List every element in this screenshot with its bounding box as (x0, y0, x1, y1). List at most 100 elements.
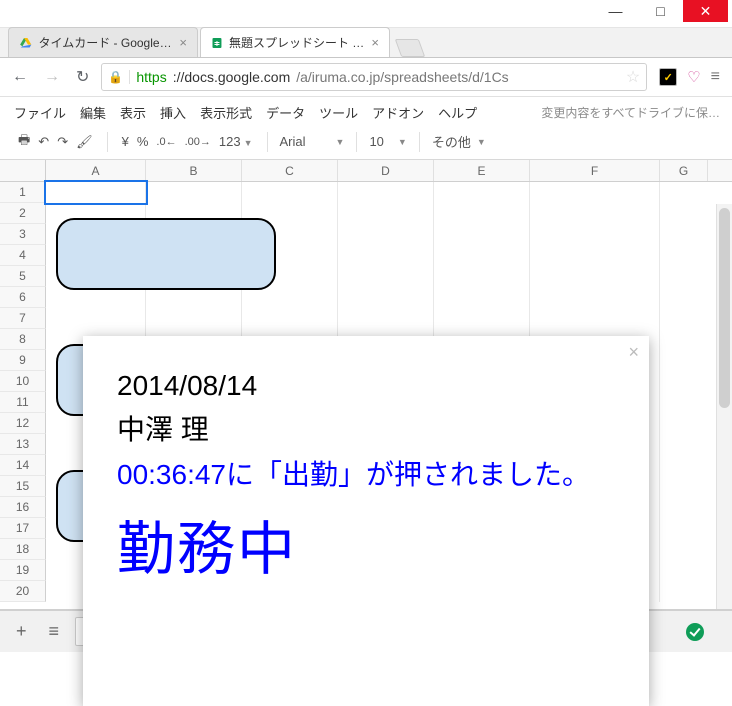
row-header[interactable]: 13 (0, 434, 46, 455)
cell[interactable] (660, 266, 708, 287)
cell[interactable] (338, 245, 434, 266)
print-button[interactable]: 🖶 (18, 131, 30, 153)
col-header[interactable]: B (146, 160, 242, 181)
font-family-select[interactable]: Arial▼ (274, 132, 351, 151)
cell[interactable] (660, 203, 708, 224)
cell[interactable] (660, 224, 708, 245)
browser-tab-sheets[interactable]: 無題スプレッドシート - Goog × (200, 27, 390, 57)
all-sheets-button[interactable]: ≡ (43, 621, 66, 642)
bookmark-star-icon[interactable]: ☆ (626, 67, 640, 87)
sheet-button-shape[interactable] (56, 218, 276, 290)
window-minimize-button[interactable]: — (593, 0, 638, 22)
cell[interactable] (660, 182, 708, 203)
menu-help[interactable]: ヘルプ (438, 103, 477, 122)
norton-extension-icon[interactable]: ✓ (659, 68, 677, 86)
undo-button[interactable]: ↶ (38, 134, 49, 150)
row-header[interactable]: 20 (0, 581, 46, 602)
col-header[interactable]: F (530, 160, 660, 181)
add-sheet-button[interactable]: + (10, 621, 33, 642)
row-header[interactable]: 14 (0, 455, 46, 476)
cell[interactable] (434, 182, 530, 203)
font-size-select[interactable]: 10▼ (363, 132, 412, 151)
cell[interactable] (530, 224, 660, 245)
cell[interactable] (338, 308, 434, 329)
increase-decimal-button[interactable]: .00→ (185, 136, 211, 148)
cell[interactable] (530, 245, 660, 266)
cell[interactable] (530, 266, 660, 287)
cell[interactable] (434, 224, 530, 245)
reload-button[interactable]: ↻ (72, 65, 93, 89)
cell[interactable] (434, 308, 530, 329)
chrome-menu-button[interactable]: ≡ (711, 68, 720, 86)
cell[interactable] (146, 287, 242, 308)
cell[interactable] (434, 287, 530, 308)
cell[interactable] (434, 203, 530, 224)
new-tab-button[interactable] (395, 39, 426, 57)
cell[interactable] (660, 476, 708, 497)
cell[interactable] (530, 182, 660, 203)
cell[interactable] (660, 455, 708, 476)
cell[interactable] (242, 287, 338, 308)
row-header[interactable]: 5 (0, 266, 46, 287)
cell[interactable] (660, 434, 708, 455)
cell[interactable] (660, 497, 708, 518)
row-header[interactable]: 8 (0, 329, 46, 350)
cell[interactable] (660, 308, 708, 329)
cell[interactable] (660, 413, 708, 434)
row-header[interactable]: 11 (0, 392, 46, 413)
menu-view[interactable]: 表示 (120, 103, 146, 122)
vertical-scrollbar[interactable] (716, 204, 732, 609)
menu-edit[interactable]: 編集 (80, 103, 106, 122)
menu-addons[interactable]: アドオン (372, 103, 424, 122)
cell[interactable] (46, 287, 146, 308)
menu-format[interactable]: 表示形式 (200, 103, 252, 122)
row-header[interactable]: 7 (0, 308, 46, 329)
paintformat-button[interactable]: 🖌 (76, 134, 93, 150)
cell[interactable] (660, 539, 708, 560)
row-header[interactable]: 4 (0, 245, 46, 266)
decrease-decimal-button[interactable]: .0← (156, 136, 176, 148)
back-button[interactable]: ← (8, 66, 32, 88)
row-header[interactable]: 19 (0, 560, 46, 581)
row-header[interactable]: 12 (0, 413, 46, 434)
window-close-button[interactable]: ✕ (683, 0, 728, 22)
cell[interactable] (434, 245, 530, 266)
row-header[interactable]: 6 (0, 287, 46, 308)
cell[interactable] (242, 308, 338, 329)
cell[interactable] (338, 224, 434, 245)
row-header[interactable]: 9 (0, 350, 46, 371)
menu-file[interactable]: ファイル (14, 103, 66, 122)
menu-data[interactable]: データ (266, 103, 305, 122)
cell[interactable] (660, 371, 708, 392)
cell[interactable] (338, 182, 434, 203)
address-bar[interactable]: 🔒 https://docs.google.com/a/iruma.co.jp/… (101, 63, 647, 91)
menu-tools[interactable]: ツール (319, 103, 358, 122)
cell[interactable] (530, 308, 660, 329)
browser-tab-drive[interactable]: タイムカード - Google ドライ × (8, 27, 198, 57)
toolbar-more-select[interactable]: その他▼ (426, 130, 492, 153)
col-header[interactable]: A (46, 160, 146, 181)
col-header[interactable]: E (434, 160, 530, 181)
cell[interactable] (660, 287, 708, 308)
cell[interactable] (338, 266, 434, 287)
cell[interactable] (46, 308, 146, 329)
redo-button[interactable]: ↷ (57, 134, 68, 150)
row-header[interactable]: 15 (0, 476, 46, 497)
row-header[interactable]: 17 (0, 518, 46, 539)
popup-close-button[interactable]: × (628, 342, 639, 363)
cell[interactable] (146, 182, 242, 203)
row-header[interactable]: 1 (0, 182, 46, 203)
cell[interactable] (660, 560, 708, 581)
cell[interactable] (660, 581, 708, 602)
row-header[interactable]: 16 (0, 497, 46, 518)
cell[interactable] (242, 182, 338, 203)
cell[interactable] (660, 329, 708, 350)
cell[interactable] (660, 350, 708, 371)
more-formats-button[interactable]: 123▼ (219, 134, 253, 149)
cell[interactable] (660, 518, 708, 539)
row-header[interactable]: 2 (0, 203, 46, 224)
cell[interactable] (338, 287, 434, 308)
col-header[interactable]: G (660, 160, 708, 181)
heart-extension-icon[interactable]: ♡ (687, 68, 700, 86)
tab-close-icon[interactable]: × (179, 35, 187, 50)
